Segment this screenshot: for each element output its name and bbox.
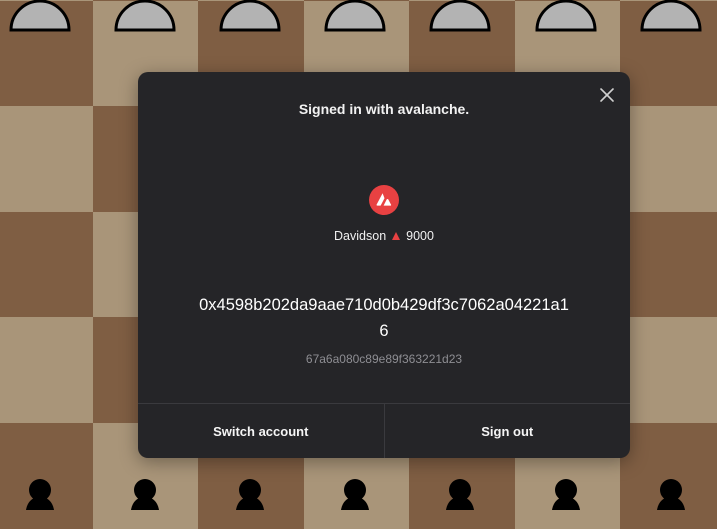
pawn-icon[interactable]	[440, 478, 480, 510]
pawn-icon[interactable]	[230, 478, 270, 510]
board-square[interactable]	[620, 317, 717, 423]
pawn-half-icon[interactable]	[428, 0, 492, 32]
pawn-icon[interactable]	[651, 478, 691, 510]
pawn-half-icon[interactable]	[639, 0, 703, 32]
wallet-address: 0x4598b202da9aae710d0b429df3c7062a04221a…	[199, 296, 569, 340]
board-square[interactable]	[0, 106, 93, 212]
pawn-half-icon[interactable]	[8, 0, 72, 32]
username: Davidson	[334, 229, 387, 243]
dialog-title: Signed in with avalanche.	[298, 101, 470, 117]
signed-in-dialog: Signed in with avalanche. Davidson 9000 0…	[138, 72, 630, 458]
board-square[interactable]	[620, 422, 717, 529]
switch-account-button[interactable]: Switch account	[138, 404, 384, 458]
sign-out-button[interactable]: Sign out	[383, 404, 631, 458]
pawn-icon[interactable]	[125, 478, 165, 510]
pawn-half-icon[interactable]	[218, 0, 282, 32]
board-square[interactable]	[620, 106, 717, 212]
close-icon[interactable]	[598, 86, 616, 104]
pawn-icon[interactable]	[546, 478, 586, 510]
pawn-icon[interactable]	[335, 478, 375, 510]
user-info: Davidson 9000	[138, 229, 630, 243]
account-id: 67a6a080c89e89f363221d23	[305, 352, 463, 366]
dialog-footer: Switch account Sign out	[138, 403, 630, 458]
board-square[interactable]	[620, 211, 717, 318]
board-square[interactable]	[0, 422, 93, 529]
pawn-half-icon[interactable]	[113, 0, 177, 32]
avalanche-logo-icon	[369, 185, 399, 215]
pawn-icon[interactable]	[20, 478, 60, 510]
board-square[interactable]	[0, 211, 93, 318]
board-square[interactable]	[0, 317, 93, 423]
rating-value: 9000	[406, 229, 434, 243]
red-triangle-icon	[392, 231, 401, 240]
pawn-half-icon[interactable]	[323, 0, 387, 32]
pawn-half-icon[interactable]	[534, 0, 598, 32]
